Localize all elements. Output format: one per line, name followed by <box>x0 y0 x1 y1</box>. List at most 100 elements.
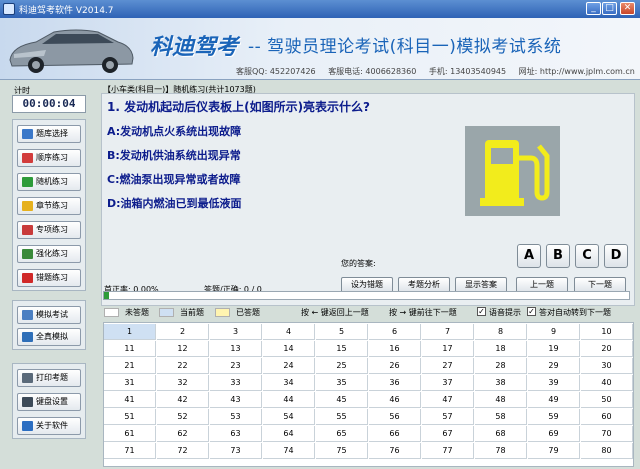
question-number-cell[interactable]: 58 <box>475 409 527 425</box>
question-number-cell[interactable]: 76 <box>369 443 421 459</box>
question-number-cell[interactable]: 12 <box>157 341 209 357</box>
question-number-cell[interactable]: 68 <box>475 426 527 442</box>
answer-a-button[interactable]: A <box>517 244 541 268</box>
question-number-cell[interactable]: 1 <box>104 324 156 340</box>
question-number-cell[interactable]: 48 <box>475 392 527 408</box>
option-b[interactable]: B:发动机供油系统出现异常 <box>107 147 241 163</box>
question-number-cell[interactable]: 62 <box>157 426 209 442</box>
question-number-cell[interactable]: 73 <box>210 443 262 459</box>
sidebar-item-sequential[interactable]: 顺序练习 <box>17 149 81 167</box>
sidebar-item-full-simulation[interactable]: 全真模拟 <box>17 328 81 346</box>
question-number-cell[interactable]: 16 <box>369 341 421 357</box>
question-number-cell[interactable]: 17 <box>422 341 474 357</box>
question-number-cell[interactable]: 27 <box>422 358 474 374</box>
question-number-cell[interactable]: 8 <box>475 324 527 340</box>
question-number-cell[interactable]: 20 <box>581 341 633 357</box>
question-number-cell[interactable]: 4 <box>263 324 315 340</box>
question-number-cell[interactable]: 59 <box>528 409 580 425</box>
question-number-cell[interactable]: 18 <box>475 341 527 357</box>
question-number-cell[interactable]: 14 <box>263 341 315 357</box>
sidebar-item-chapter[interactable]: 章节练习 <box>17 197 81 215</box>
sidebar-item-print[interactable]: 打印考题 <box>17 369 81 387</box>
sidebar-item-intensive[interactable]: 强化练习 <box>17 245 81 263</box>
question-number-cell[interactable]: 39 <box>528 375 580 391</box>
auto-next-checkbox[interactable]: ✓ <box>527 307 536 316</box>
question-number-cell[interactable]: 24 <box>263 358 315 374</box>
question-number-cell[interactable]: 42 <box>157 392 209 408</box>
question-number-cell[interactable]: 31 <box>104 375 156 391</box>
maximize-button[interactable]: □ <box>602 2 617 15</box>
question-number-cell[interactable]: 77 <box>422 443 474 459</box>
question-number-cell[interactable]: 75 <box>316 443 368 459</box>
question-number-cell[interactable]: 60 <box>581 409 633 425</box>
question-number-cell[interactable]: 53 <box>210 409 262 425</box>
question-number-cell[interactable]: 45 <box>316 392 368 408</box>
question-number-cell[interactable]: 28 <box>475 358 527 374</box>
question-number-cell[interactable]: 72 <box>157 443 209 459</box>
question-number-cell[interactable]: 50 <box>581 392 633 408</box>
option-d[interactable]: D:油箱内燃油已到最低液面 <box>107 195 242 211</box>
question-number-cell[interactable]: 7 <box>422 324 474 340</box>
question-number-cell[interactable]: 25 <box>316 358 368 374</box>
answer-b-button[interactable]: B <box>546 244 570 268</box>
question-number-cell[interactable]: 6 <box>369 324 421 340</box>
question-number-cell[interactable]: 2 <box>157 324 209 340</box>
question-number-cell[interactable]: 67 <box>422 426 474 442</box>
question-number-cell[interactable]: 29 <box>528 358 580 374</box>
question-number-cell[interactable]: 21 <box>104 358 156 374</box>
question-number-cell[interactable]: 57 <box>422 409 474 425</box>
question-number-cell[interactable]: 40 <box>581 375 633 391</box>
question-number-cell[interactable]: 36 <box>369 375 421 391</box>
question-number-cell[interactable]: 26 <box>369 358 421 374</box>
question-number-cell[interactable]: 74 <box>263 443 315 459</box>
question-number-cell[interactable]: 49 <box>528 392 580 408</box>
sidebar-item-keyboard-settings[interactable]: 键盘设置 <box>17 393 81 411</box>
question-number-cell[interactable]: 22 <box>157 358 209 374</box>
question-number-cell[interactable]: 11 <box>104 341 156 357</box>
question-number-cell[interactable]: 19 <box>528 341 580 357</box>
question-number-cell[interactable]: 32 <box>157 375 209 391</box>
answer-d-button[interactable]: D <box>604 244 628 268</box>
sidebar-item-bank-select[interactable]: 题库选择 <box>17 125 81 143</box>
sidebar-item-about[interactable]: 关于软件 <box>17 417 81 435</box>
close-button[interactable]: ✕ <box>620 2 635 15</box>
question-number-cell[interactable]: 23 <box>210 358 262 374</box>
answer-c-button[interactable]: C <box>575 244 599 268</box>
question-number-cell[interactable]: 35 <box>316 375 368 391</box>
question-number-cell[interactable]: 51 <box>104 409 156 425</box>
question-number-cell[interactable]: 44 <box>263 392 315 408</box>
question-number-cell[interactable]: 66 <box>369 426 421 442</box>
question-number-cell[interactable]: 30 <box>581 358 633 374</box>
question-number-cell[interactable]: 9 <box>528 324 580 340</box>
voice-prompt-checkbox[interactable]: ✓ <box>477 307 486 316</box>
question-number-cell[interactable]: 15 <box>316 341 368 357</box>
question-number-cell[interactable]: 38 <box>475 375 527 391</box>
question-number-cell[interactable]: 52 <box>157 409 209 425</box>
question-number-cell[interactable]: 79 <box>528 443 580 459</box>
sidebar-item-random[interactable]: 随机练习 <box>17 173 81 191</box>
option-c[interactable]: C:燃油泵出现异常或者故障 <box>107 171 240 187</box>
question-number-cell[interactable]: 34 <box>263 375 315 391</box>
option-a[interactable]: A:发动机点火系统出现故障 <box>107 123 241 139</box>
question-number-cell[interactable]: 43 <box>210 392 262 408</box>
question-number-cell[interactable]: 13 <box>210 341 262 357</box>
question-number-cell[interactable]: 37 <box>422 375 474 391</box>
question-number-cell[interactable]: 63 <box>210 426 262 442</box>
question-number-cell[interactable]: 61 <box>104 426 156 442</box>
question-number-cell[interactable]: 3 <box>210 324 262 340</box>
sidebar-item-wrong-questions[interactable]: 错题练习 <box>17 269 81 287</box>
question-number-cell[interactable]: 55 <box>316 409 368 425</box>
question-number-cell[interactable]: 54 <box>263 409 315 425</box>
question-number-cell[interactable]: 70 <box>581 426 633 442</box>
question-number-cell[interactable]: 10 <box>581 324 633 340</box>
question-number-cell[interactable]: 69 <box>528 426 580 442</box>
question-number-cell[interactable]: 80 <box>581 443 633 459</box>
question-number-cell[interactable]: 56 <box>369 409 421 425</box>
question-number-cell[interactable]: 65 <box>316 426 368 442</box>
sidebar-item-special[interactable]: 专项练习 <box>17 221 81 239</box>
question-number-cell[interactable]: 41 <box>104 392 156 408</box>
question-number-cell[interactable]: 33 <box>210 375 262 391</box>
question-number-cell[interactable]: 46 <box>369 392 421 408</box>
question-number-cell[interactable]: 71 <box>104 443 156 459</box>
question-number-cell[interactable]: 64 <box>263 426 315 442</box>
